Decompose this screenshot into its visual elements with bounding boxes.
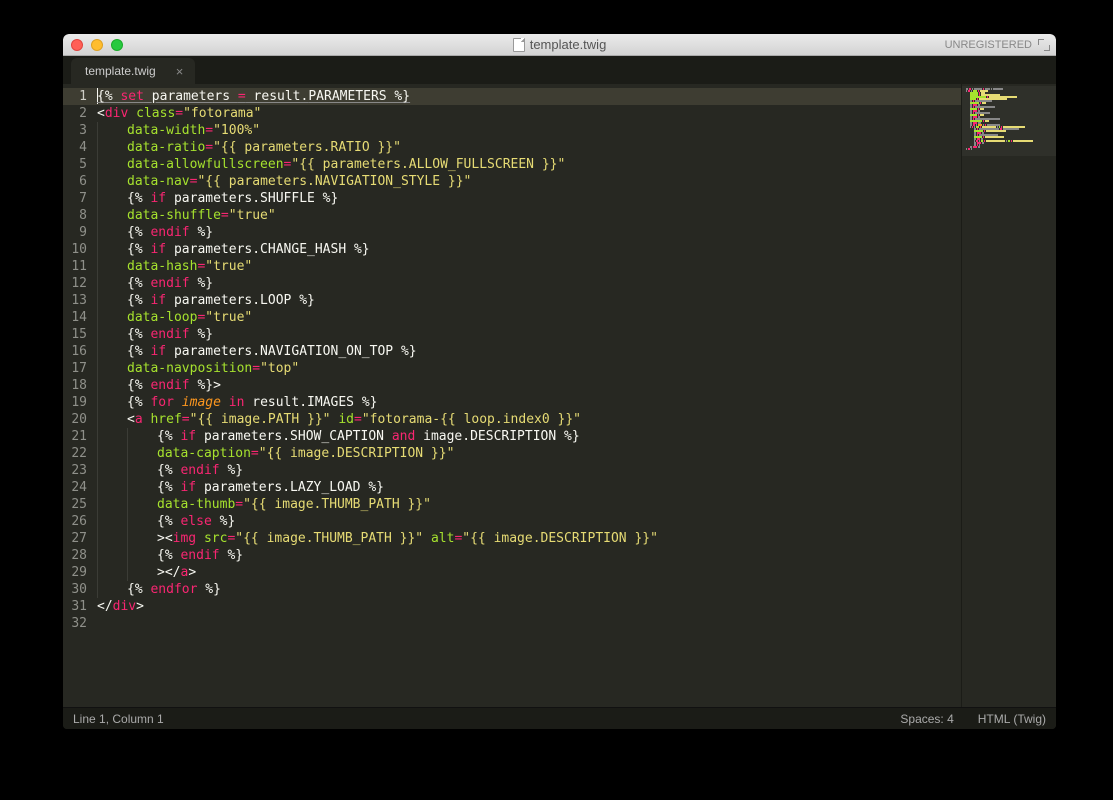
- cursor-position[interactable]: Line 1, Column 1: [73, 712, 164, 726]
- file-icon: [513, 38, 525, 52]
- tab-label: template.twig: [85, 64, 156, 78]
- code-content[interactable]: {% set parameters = result.PARAMETERS %}…: [97, 84, 961, 707]
- titlebar: template.twig UNREGISTERED: [63, 34, 1056, 56]
- editor-window: template.twig UNREGISTERED template.twig…: [63, 34, 1056, 729]
- indent-setting[interactable]: Spaces: 4: [900, 712, 953, 726]
- close-window-button[interactable]: [71, 39, 83, 51]
- zoom-window-button[interactable]: [111, 39, 123, 51]
- expand-icon[interactable]: [1038, 39, 1050, 51]
- minimap-content: [966, 88, 1033, 152]
- close-icon[interactable]: ×: [176, 65, 184, 78]
- minimize-window-button[interactable]: [91, 39, 103, 51]
- registration-label: UNREGISTERED: [945, 39, 1032, 51]
- syntax-setting[interactable]: HTML (Twig): [978, 712, 1046, 726]
- editor-area[interactable]: 1234567891011121314151617181920212223242…: [63, 84, 1056, 707]
- status-bar: Line 1, Column 1 Spaces: 4 HTML (Twig): [63, 707, 1056, 729]
- line-number-gutter[interactable]: 1234567891011121314151617181920212223242…: [63, 84, 97, 707]
- window-title-text: template.twig: [530, 37, 607, 52]
- traffic-lights: [71, 39, 123, 51]
- window-title: template.twig: [63, 37, 1056, 52]
- tab-template-twig[interactable]: template.twig ×: [71, 58, 195, 84]
- minimap[interactable]: [961, 84, 1056, 707]
- tab-bar: template.twig ×: [63, 56, 1056, 84]
